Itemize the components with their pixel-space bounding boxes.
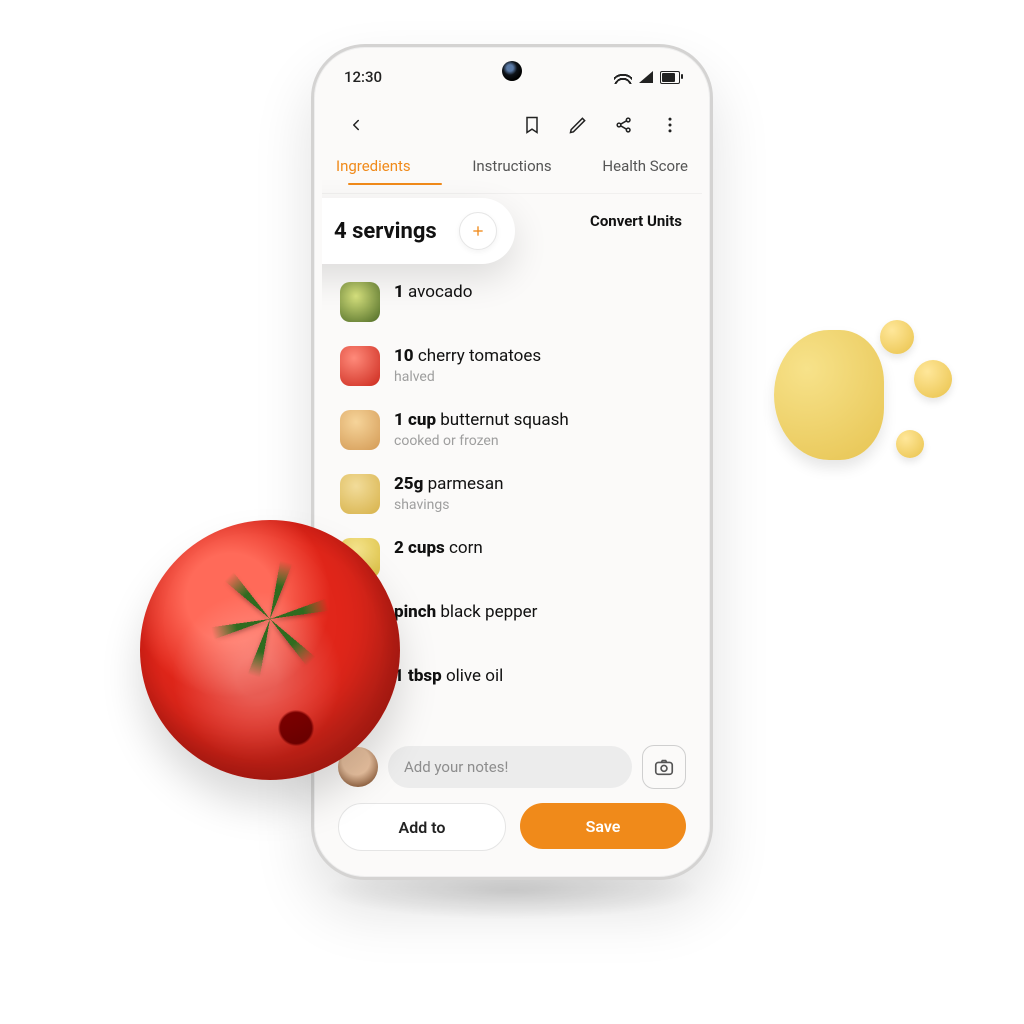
tab-ingredients[interactable]: Ingredients [336, 151, 453, 185]
ingredient-note: shavings [394, 497, 503, 513]
servings-stepper: 4 servings [322, 198, 515, 264]
ingredient-note: cooked or frozen [394, 433, 569, 449]
add-to-button[interactable]: Add to [338, 803, 506, 851]
ingredient-row[interactable]: 2 cups corn [340, 526, 684, 590]
servings-label: 4 servings [334, 219, 437, 244]
ingredient-line: 10 cherry tomatoes [394, 346, 541, 366]
ingredient-line: 1 avocado [394, 282, 472, 302]
phone-frame: 12:30 [311, 44, 713, 880]
bookmark-icon [522, 115, 542, 135]
tab-bar: Ingredients Instructions Health Score [322, 151, 702, 194]
camera-icon [653, 756, 675, 778]
tab-instructions[interactable]: Instructions [453, 151, 570, 185]
bottom-bar: Add your notes! Add to Save [322, 735, 702, 869]
notes-row: Add your notes! [338, 745, 686, 789]
wifi-icon [614, 70, 632, 84]
ingredient-row[interactable]: 10 cherry tomatoes halved [340, 334, 684, 398]
ingredient-row[interactable]: 1 cup butternut squash cooked or frozen [340, 398, 684, 462]
decor-corn-kernel [880, 320, 914, 354]
decor-corn-kernel [896, 430, 924, 458]
ingredient-note: halved [394, 369, 541, 385]
decor-corn-kernel [914, 360, 952, 398]
ingredient-line: pinch black pepper [394, 602, 537, 622]
save-button[interactable]: Save [520, 803, 686, 849]
ingredient-thumb-parmesan [340, 474, 380, 514]
ingredient-thumb-avocado [340, 282, 380, 322]
ingredient-line: 1 tbsp olive oil [394, 666, 503, 686]
ingredient-thumb-tomato [340, 346, 380, 386]
servings-increase-button[interactable] [459, 212, 497, 250]
front-camera [502, 61, 522, 81]
plus-icon [470, 223, 486, 239]
ingredient-thumb-squash [340, 410, 380, 450]
app-bar [322, 99, 702, 151]
decor-corn [774, 310, 944, 470]
decor-tomato [140, 520, 400, 780]
screen: 12:30 [322, 55, 702, 869]
convert-units-button[interactable]: Convert Units [590, 212, 682, 230]
more-vertical-icon [660, 115, 680, 135]
ingredient-row[interactable]: 1 avocado [340, 270, 684, 334]
ingredient-line: 25g parmesan [394, 474, 503, 494]
status-time: 12:30 [344, 68, 382, 86]
cell-signal-icon [639, 71, 653, 83]
battery-icon [660, 71, 680, 84]
back-button[interactable] [336, 105, 376, 145]
share-button[interactable] [606, 107, 642, 143]
pencil-icon [568, 115, 588, 135]
ingredient-row[interactable]: 25g parmesan shavings [340, 462, 684, 526]
add-photo-button[interactable] [642, 745, 686, 789]
tab-health-score[interactable]: Health Score [571, 151, 688, 185]
ingredient-line: 1 cup butternut squash [394, 410, 569, 430]
edit-button[interactable] [560, 107, 596, 143]
bookmark-button[interactable] [514, 107, 550, 143]
ingredient-line: 2 cups corn [394, 538, 483, 558]
share-icon [614, 115, 634, 135]
notes-input[interactable]: Add your notes! [388, 746, 632, 788]
more-button[interactable] [652, 107, 688, 143]
chevron-left-icon [347, 116, 365, 134]
servings-row: 4 servings Convert Units [322, 194, 702, 264]
